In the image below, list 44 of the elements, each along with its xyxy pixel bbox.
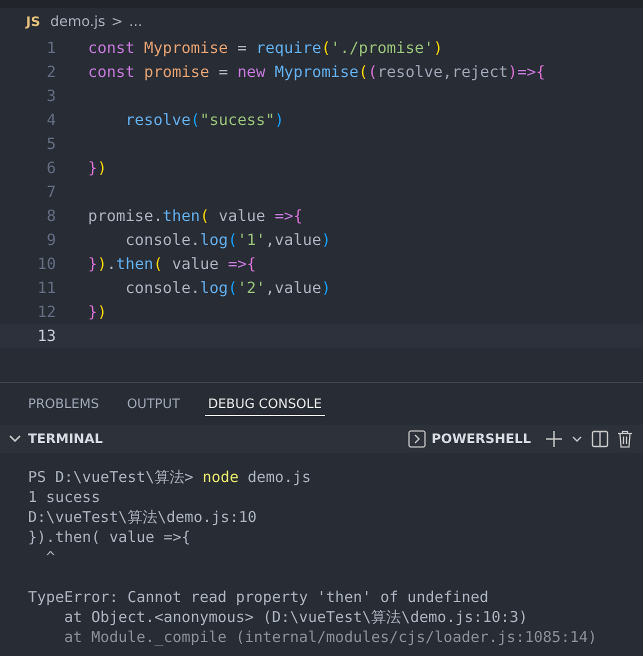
line-number: 12 <box>36 302 57 323</box>
line-number: 1 <box>46 38 57 59</box>
js-file-icon: JS <box>26 14 40 30</box>
terminal-line: ^ <box>45 547 56 567</box>
terminal-title: TERMINAL <box>28 432 103 446</box>
code-line: promise.then( value =>{ <box>88 206 303 227</box>
code-line: const Mypromise = require('./promise') <box>88 38 443 59</box>
code-line: resolve("sucess") <box>124 110 284 131</box>
panel-tab[interactable]: PROBLEMS <box>28 397 99 415</box>
line-number: 11 <box>36 278 57 299</box>
trash-icon[interactable] <box>617 430 633 448</box>
breadcrumb-item[interactable]: ... <box>129 14 142 30</box>
line-number: 8 <box>46 206 57 227</box>
terminal-line: }).then( value =>{ <box>28 527 192 547</box>
panel-tab[interactable]: DEBUG CONSOLE <box>204 397 325 416</box>
line-number: 7 <box>46 182 57 203</box>
line-number: 4 <box>46 110 57 131</box>
code-line: console.log('1',value) <box>124 230 331 251</box>
chevron-icon: > <box>111 14 124 30</box>
line-number: 6 <box>46 158 57 179</box>
line-number: 9 <box>46 230 57 251</box>
terminal-line: TypeError: Cannot read property 'then' of undefined <box>28 587 490 607</box>
terminal-line: PS D:\vueTest\算法> node demo.js <box>28 467 312 487</box>
terminal-section-toggle[interactable]: TERMINAL <box>8 432 103 446</box>
line-number: 5 <box>46 134 57 155</box>
code-line: }) <box>88 302 107 323</box>
breadcrumb-item[interactable]: demo.js <box>50 14 106 30</box>
terminal-icon <box>408 430 426 448</box>
line-number: 13 <box>36 326 57 347</box>
line-number: 3 <box>46 86 57 107</box>
terminal-line: at Module._compile (internal/modules/cjs/loader.js:1085:14) <box>63 627 598 647</box>
code-line: const promise = new Mypromise((resolve,reject)=>{ <box>88 62 546 83</box>
plus-icon[interactable] <box>545 430 563 448</box>
terminal-line: at Object.<anonymous> (D:\vueTest\算法\demo.js:10:3) <box>63 607 529 627</box>
code-line: }) <box>88 158 107 179</box>
terminal-line: D:\vueTest\算法\demo.js:10 <box>28 507 258 527</box>
line-number: 10 <box>36 254 57 275</box>
terminal-line: 1 sucess <box>28 487 102 507</box>
code-line: }).then( value =>{ <box>88 254 256 275</box>
line-number: 2 <box>46 62 57 83</box>
code-line: console.log('2',value) <box>124 278 331 299</box>
shell-selector[interactable]: POWERSHELL <box>408 430 531 448</box>
panel-tab[interactable]: OUTPUT <box>126 397 180 415</box>
split-icon[interactable] <box>591 430 609 448</box>
